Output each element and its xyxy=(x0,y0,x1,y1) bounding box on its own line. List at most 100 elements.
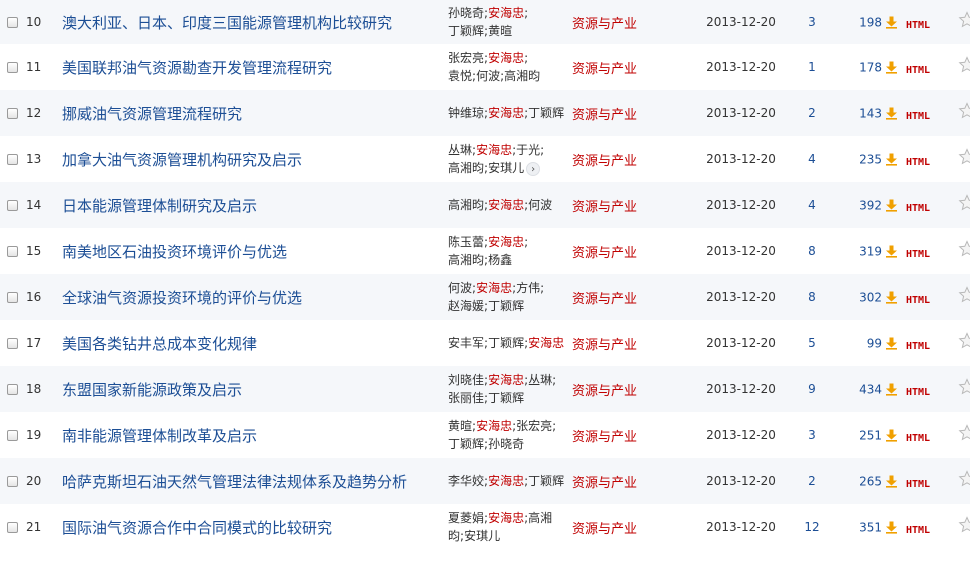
paper-title-link[interactable]: 南美地区石油投资环境评价与优选 xyxy=(62,243,287,261)
author-link[interactable]: 黄暄 xyxy=(488,24,512,38)
source-link[interactable]: 资源与产业 xyxy=(572,17,637,32)
source-link[interactable]: 资源与产业 xyxy=(572,384,637,399)
row-checkbox[interactable] xyxy=(6,16,18,28)
author-link[interactable]: 于光 xyxy=(516,143,540,157)
author-link[interactable]: 丁颖辉 xyxy=(488,391,524,405)
author-link[interactable]: 何波 xyxy=(528,198,552,212)
author-link[interactable]: 孙晓奇 xyxy=(488,437,524,451)
author-link[interactable]: 安海忠 xyxy=(476,143,512,157)
chevron-right-icon[interactable]: › xyxy=(526,161,541,176)
author-link[interactable]: 钟维琼 xyxy=(448,106,484,120)
author-link[interactable]: 昀 xyxy=(472,253,484,267)
download-arrow-icon[interactable] xyxy=(885,383,898,396)
author-link[interactable]: 刘晓佳 xyxy=(448,373,484,387)
author-link[interactable]: 丁颖辉 xyxy=(488,336,524,350)
author-link[interactable]: 赵 xyxy=(448,299,460,313)
author-link[interactable]: 方伟 xyxy=(516,281,540,295)
html-link[interactable]: HTML xyxy=(906,295,930,306)
author-link[interactable]: 安海忠 xyxy=(488,6,524,20)
author-link[interactable]: 陈玉蕾 xyxy=(448,235,484,249)
source-link[interactable]: 资源与产业 xyxy=(572,338,637,353)
star-outline-icon[interactable] xyxy=(958,102,970,120)
row-checkbox[interactable] xyxy=(6,199,18,211)
paper-title-link[interactable]: 哈萨克斯坦石油天然气管理法律法规体系及趋势分析 xyxy=(62,473,407,491)
row-checkbox[interactable] xyxy=(6,291,18,303)
author-link[interactable]: 何波 xyxy=(476,69,500,83)
html-link[interactable]: HTML xyxy=(906,157,930,168)
author-link[interactable]: 丁颖辉 xyxy=(528,474,564,488)
author-link[interactable]: 高湘 xyxy=(448,161,472,175)
source-link[interactable]: 资源与产业 xyxy=(572,522,637,537)
download-arrow-icon[interactable] xyxy=(885,16,898,29)
row-checkbox[interactable] xyxy=(6,61,18,73)
author-link[interactable]: 丛琳 xyxy=(448,143,472,157)
row-checkbox[interactable] xyxy=(6,245,18,257)
source-link[interactable]: 资源与产业 xyxy=(572,246,637,261)
html-link[interactable]: HTML xyxy=(906,249,930,260)
author-link[interactable]: 安海忠 xyxy=(488,51,524,65)
source-link[interactable]: 资源与产业 xyxy=(572,108,637,123)
download-arrow-icon[interactable] xyxy=(885,291,898,304)
author-link[interactable]: 袁悦 xyxy=(448,69,472,83)
author-link[interactable]: 高湘昀 xyxy=(504,69,540,83)
html-link[interactable]: HTML xyxy=(906,387,930,398)
source-link[interactable]: 资源与产业 xyxy=(572,430,637,445)
paper-title-link[interactable]: 加拿大油气资源管理机构研究及启示 xyxy=(62,151,302,169)
author-link[interactable]: 安丰军 xyxy=(448,336,484,350)
author-link[interactable]: 安海忠 xyxy=(488,373,524,387)
paper-title-link[interactable]: 美国联邦油气资源勘查开发管理流程研究 xyxy=(62,59,332,77)
star-outline-icon[interactable] xyxy=(958,470,970,488)
star-outline-icon[interactable] xyxy=(958,378,970,396)
star-outline-icon[interactable] xyxy=(958,286,970,304)
author-link[interactable]: 丁颖辉 xyxy=(448,437,484,451)
author-link[interactable]: 何波 xyxy=(448,281,472,295)
star-outline-icon[interactable] xyxy=(958,56,970,74)
star-outline-icon[interactable] xyxy=(958,424,970,442)
html-link[interactable]: HTML xyxy=(906,525,930,536)
author-link[interactable]: 安海忠 xyxy=(488,106,524,120)
paper-title-link[interactable]: 美国各类钻井总成本变化规律 xyxy=(62,335,257,353)
row-checkbox[interactable] xyxy=(6,107,18,119)
author-link[interactable]: 丁颖辉 xyxy=(488,299,524,313)
source-link[interactable]: 资源与产业 xyxy=(572,292,637,307)
row-checkbox[interactable] xyxy=(6,153,18,165)
author-link[interactable]: 丁颖 xyxy=(448,24,472,38)
download-arrow-icon[interactable] xyxy=(885,107,898,120)
author-link[interactable]: 丛琳 xyxy=(528,373,552,387)
source-link[interactable]: 资源与产业 xyxy=(572,200,637,215)
author-link[interactable]: 高湘昀 xyxy=(448,198,484,212)
author-link[interactable]: 张宏亮 xyxy=(516,419,552,433)
author-link[interactable]: 昀 xyxy=(472,161,484,175)
download-arrow-icon[interactable] xyxy=(885,61,898,74)
author-link[interactable]: 海媛 xyxy=(460,299,484,313)
download-arrow-icon[interactable] xyxy=(885,199,898,212)
author-link[interactable]: 张宏亮 xyxy=(448,51,484,65)
author-link[interactable]: 杨鑫 xyxy=(488,253,512,267)
star-outline-icon[interactable] xyxy=(958,240,970,258)
paper-title-link[interactable]: 南非能源管理体制改革及启示 xyxy=(62,427,257,445)
star-outline-icon[interactable] xyxy=(958,148,970,166)
row-checkbox[interactable] xyxy=(6,429,18,441)
download-arrow-icon[interactable] xyxy=(885,475,898,488)
html-link[interactable]: HTML xyxy=(906,20,930,31)
row-checkbox[interactable] xyxy=(6,475,18,487)
author-link[interactable]: 丁颖辉 xyxy=(528,106,564,120)
paper-title-link[interactable]: 挪威油气资源管理流程研究 xyxy=(62,105,242,123)
author-link[interactable]: 孙晓奇 xyxy=(448,6,484,20)
author-link[interactable]: 安海忠 xyxy=(528,336,564,350)
paper-title-link[interactable]: 全球油气资源投资环境的评价与优选 xyxy=(62,289,302,307)
row-checkbox[interactable] xyxy=(6,521,18,533)
author-link[interactable]: 李华姣 xyxy=(448,474,484,488)
author-link[interactable]: 安海忠 xyxy=(488,474,524,488)
author-link[interactable]: 夏菱娟 xyxy=(448,511,484,525)
source-link[interactable]: 资源与产业 xyxy=(572,476,637,491)
star-outline-icon[interactable] xyxy=(958,332,970,350)
author-link[interactable]: 安海忠 xyxy=(476,281,512,295)
author-link[interactable]: 高湘 xyxy=(528,511,552,525)
author-link[interactable]: 安海忠 xyxy=(488,198,524,212)
row-checkbox[interactable] xyxy=(6,383,18,395)
author-link[interactable]: 辉 xyxy=(472,24,484,38)
star-outline-icon[interactable] xyxy=(958,11,970,29)
author-link[interactable]: 安海忠 xyxy=(488,235,524,249)
author-link[interactable]: 安海忠 xyxy=(488,511,524,525)
